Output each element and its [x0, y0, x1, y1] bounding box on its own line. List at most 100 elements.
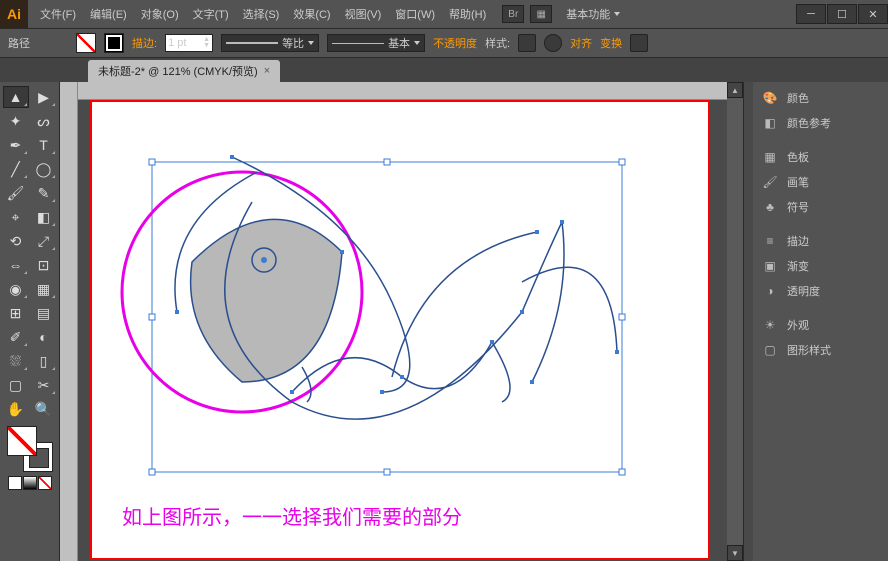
menu-bar: 文件(F) 编辑(E) 对象(O) 文字(T) 选择(S) 效果(C) 视图(V…	[34, 2, 492, 26]
ellipse-tool[interactable]: ◯	[31, 158, 57, 180]
bridge-icon[interactable]: Br	[502, 5, 524, 23]
transform-label[interactable]: 变换	[600, 35, 622, 51]
menu-effect[interactable]: 效果(C)	[287, 2, 336, 26]
panel-symbols[interactable]: ♣符号	[753, 195, 888, 219]
isolate-icon[interactable]	[630, 34, 648, 52]
lasso-tool[interactable]: ᔕ	[31, 110, 57, 132]
artwork	[92, 102, 712, 561]
menu-help[interactable]: 帮助(H)	[443, 2, 492, 26]
panel-transparency[interactable]: ◑透明度	[753, 279, 888, 303]
maximize-button[interactable]: ☐	[827, 4, 857, 24]
arrange-icon[interactable]: ▦	[530, 5, 552, 23]
gradient-mode-icon[interactable]	[23, 476, 37, 490]
panel-stroke[interactable]: ≡描边	[753, 229, 888, 253]
control-bar: 路径 描边: 1 pt▲▼ 等比 基本 不透明度 样式: 对齐 变换	[0, 28, 888, 58]
canvas-wrap: 如上图所示，一一选择我们需要的部分 ▲ ▼	[60, 82, 743, 561]
ruler-vertical[interactable]	[60, 82, 78, 561]
dock-collapse-strip[interactable]	[743, 82, 753, 561]
stroke-icon: ≡	[761, 234, 779, 248]
width-profile-combo[interactable]: 等比	[221, 34, 319, 52]
panel-brushes[interactable]: 🖌画笔	[753, 170, 888, 194]
stroke-weight-input[interactable]: 1 pt▲▼	[165, 34, 213, 52]
column-graph-tool[interactable]: ▯	[31, 350, 57, 372]
menu-object[interactable]: 对象(O)	[135, 2, 185, 26]
line-tool[interactable]: ╱	[3, 158, 29, 180]
close-button[interactable]: ✕	[858, 4, 888, 24]
scroll-up-button[interactable]: ▲	[727, 82, 743, 98]
palette-icon: 🎨	[761, 91, 779, 105]
eraser-tool[interactable]: ◧	[31, 206, 57, 228]
free-transform-tool[interactable]: ⊡	[31, 254, 57, 276]
eyedropper-tool[interactable]: ✐	[3, 326, 29, 348]
artboard-tool[interactable]: ▢	[3, 374, 29, 396]
shape-builder-tool[interactable]: ◉	[3, 278, 29, 300]
document-tab-label: 未标题-2* @ 121% (CMYK/预览)	[98, 63, 258, 79]
align-label[interactable]: 对齐	[570, 35, 592, 51]
titlebar: Ai 文件(F) 编辑(E) 对象(O) 文字(T) 选择(S) 效果(C) 视…	[0, 0, 888, 28]
workspace-switcher[interactable]: 基本功能	[566, 6, 620, 22]
artboard[interactable]: 如上图所示，一一选择我们需要的部分	[90, 100, 710, 560]
vertical-scrollbar[interactable]: ▲ ▼	[727, 82, 743, 561]
panel-color-guide[interactable]: ◧颜色参考	[753, 111, 888, 135]
none-mode-icon[interactable]	[38, 476, 52, 490]
menu-window[interactable]: 窗口(W)	[389, 2, 441, 26]
right-panel-dock: 🎨颜色 ◧颜色参考 ▦色板 🖌画笔 ♣符号 ≡描边 ▣渐变 ◑透明度 ☀外观 ▢…	[743, 82, 888, 561]
canvas[interactable]: 如上图所示，一一选择我们需要的部分	[78, 100, 727, 561]
pen-tool[interactable]: ✒	[3, 134, 29, 156]
tab-close-icon[interactable]: ×	[264, 65, 270, 77]
color-guide-icon: ◧	[761, 116, 779, 130]
panel-graphic-styles[interactable]: ▢图形样式	[753, 338, 888, 362]
brush-definition-combo[interactable]: 基本	[327, 34, 425, 52]
width-tool[interactable]: ⇔	[3, 254, 29, 276]
stroke-label[interactable]: 描边:	[132, 35, 157, 51]
minimize-button[interactable]: ─	[796, 4, 826, 24]
menu-view[interactable]: 视图(V)	[339, 2, 388, 26]
mesh-tool[interactable]: ⊞	[3, 302, 29, 324]
panel-gradient[interactable]: ▣渐变	[753, 254, 888, 278]
graphic-styles-icon: ▢	[761, 343, 779, 357]
opacity-label[interactable]: 不透明度	[433, 35, 477, 51]
slice-tool[interactable]: ✂	[31, 374, 57, 396]
menu-select[interactable]: 选择(S)	[237, 2, 286, 26]
paintbrush-tool[interactable]: 🖌	[3, 182, 29, 204]
symbol-sprayer-tool[interactable]: ⛆	[3, 350, 29, 372]
zoom-tool[interactable]: 🔍	[31, 398, 57, 420]
magic-wand-tool[interactable]: ✦	[3, 110, 29, 132]
menu-file[interactable]: 文件(F)	[34, 2, 82, 26]
menu-type[interactable]: 文字(T)	[187, 2, 235, 26]
blend-tool[interactable]: ◐	[31, 326, 57, 348]
gradient-tool[interactable]: ▤	[31, 302, 57, 324]
color-mode-icon[interactable]	[8, 476, 22, 490]
document-tab-bar: 未标题-2* @ 121% (CMYK/预览) ×	[0, 58, 888, 82]
window-controls: ─ ☐ ✕	[795, 4, 888, 24]
stroke-swatch[interactable]	[104, 33, 124, 53]
direct-selection-tool[interactable]: ▶	[31, 86, 57, 108]
symbols-icon: ♣	[761, 200, 779, 214]
blob-brush-tool[interactable]: ⌖	[3, 206, 29, 228]
selection-type-label: 路径	[8, 35, 30, 51]
scroll-down-button[interactable]: ▼	[727, 545, 743, 561]
rotate-tool[interactable]: ⟲	[3, 230, 29, 252]
ruler-horizontal[interactable]	[78, 82, 727, 100]
transparency-icon: ◑	[761, 284, 779, 298]
hand-tool[interactable]: ✋	[3, 398, 29, 420]
workspace-label: 基本功能	[566, 6, 610, 22]
document-tab[interactable]: 未标题-2* @ 121% (CMYK/预览) ×	[88, 60, 280, 82]
perspective-grid-tool[interactable]: ▦	[31, 278, 57, 300]
panel-color[interactable]: 🎨颜色	[753, 86, 888, 110]
fill-stroke-control[interactable]	[7, 426, 53, 472]
panel-appearance[interactable]: ☀外观	[753, 313, 888, 337]
panel-swatches[interactable]: ▦色板	[753, 145, 888, 169]
menu-edit[interactable]: 编辑(E)	[84, 2, 133, 26]
recolor-icon[interactable]	[544, 34, 562, 52]
appearance-icon: ☀	[761, 318, 779, 332]
pencil-tool[interactable]: ✎	[31, 182, 57, 204]
fill-swatch[interactable]	[76, 33, 96, 53]
style-thumb[interactable]	[518, 34, 536, 52]
selection-tool[interactable]: ▲	[3, 86, 29, 108]
type-tool[interactable]: T	[31, 134, 57, 156]
scale-tool[interactable]: ⤢	[31, 230, 57, 252]
main-area: ▲ ▶ ✦ ᔕ ✒ T ╱ ◯ 🖌 ✎ ⌖ ◧ ⟲ ⤢ ⇔ ⊡ ◉ ▦ ⊞ ▤ …	[0, 82, 888, 561]
app-logo: Ai	[0, 0, 28, 28]
tools-panel: ▲ ▶ ✦ ᔕ ✒ T ╱ ◯ 🖌 ✎ ⌖ ◧ ⟲ ⤢ ⇔ ⊡ ◉ ▦ ⊞ ▤ …	[0, 82, 60, 561]
